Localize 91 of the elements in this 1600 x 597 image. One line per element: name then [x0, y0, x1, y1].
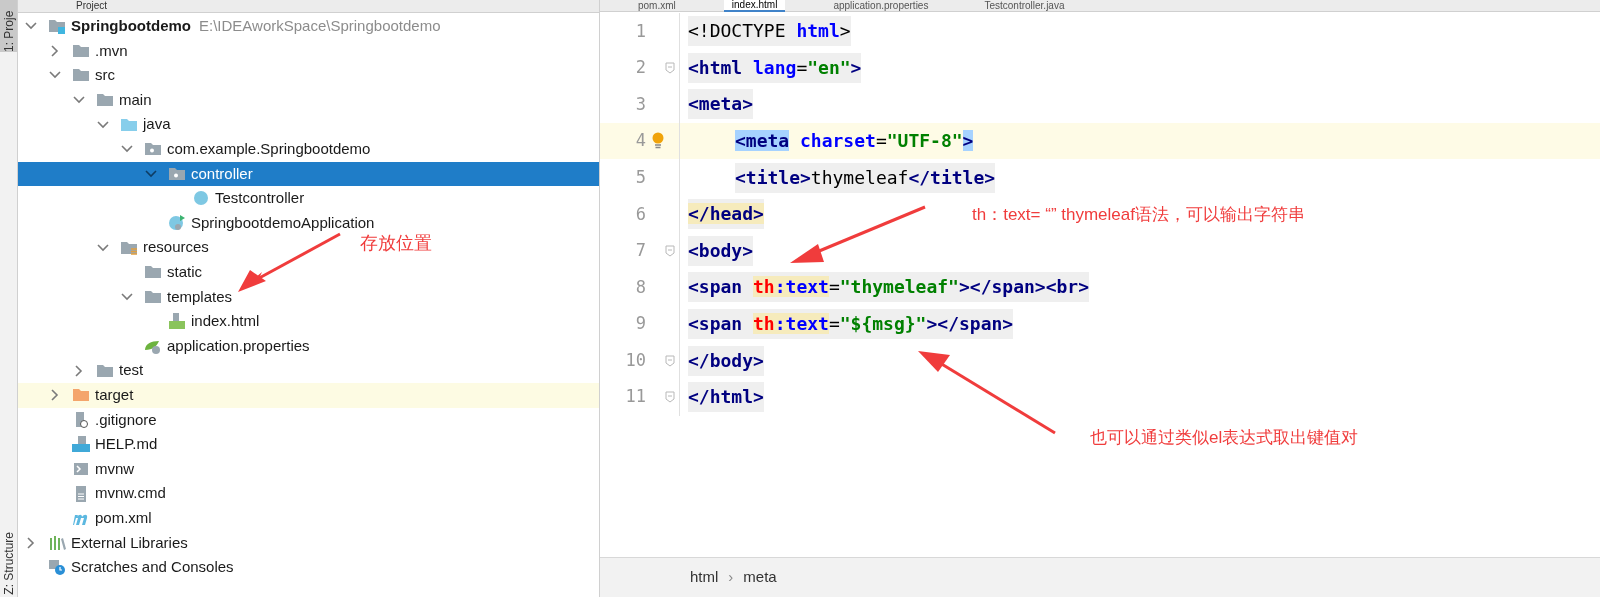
- line-number: 11: [624, 385, 646, 409]
- package-icon: [168, 165, 186, 182]
- tree-item-label: static: [167, 262, 202, 282]
- tree-item-label: src: [95, 65, 115, 86]
- code-line: <meta charset="UTF-8">: [735, 129, 974, 154]
- tree-row[interactable]: src: [18, 63, 119, 88]
- project-tool-tab[interactable]: 1: Proje: [0, 0, 17, 52]
- project-path: E:\IDEAworkSpace\Springbootdemo: [199, 16, 441, 37]
- tree-item-label: controller: [191, 163, 253, 184]
- html-file-icon: [168, 313, 186, 330]
- tree-row[interactable]: Springbootdemo E:\IDEAworkSpace\Springbootdemo: [18, 14, 445, 39]
- folder-icon: [72, 387, 90, 404]
- class-icon: [192, 190, 210, 207]
- tree-row[interactable]: HELP.md: [18, 432, 162, 457]
- tree-row[interactable]: static: [18, 259, 206, 285]
- editor-tab[interactable]: index.html: [723, 0, 786, 12]
- tree-item-label: External Libraries: [71, 532, 188, 553]
- editor-tab[interactable]: application.properties: [825, 0, 937, 11]
- annotation-text: th：text= “” thymeleaf语法，可以输出字符串: [972, 204, 1305, 226]
- folder-icon: [96, 92, 114, 109]
- tree-row[interactable]: main: [18, 87, 156, 113]
- tree-row[interactable]: application.properties: [18, 333, 314, 359]
- folder-icon: [72, 42, 90, 59]
- tree-item-label: application.properties: [167, 335, 310, 356]
- breadcrumb[interactable]: html: [690, 566, 719, 589]
- line-number: 7: [634, 239, 646, 263]
- lightbulb-icon[interactable]: [651, 132, 665, 151]
- tree-row[interactable]: .mvn: [18, 38, 132, 64]
- tree-item-label: .gitignore: [95, 409, 157, 430]
- breadcrumb[interactable]: meta: [743, 566, 777, 589]
- tree-item-label: Testcontroller: [215, 188, 305, 209]
- tree-item-label: main: [119, 89, 152, 110]
- folder-icon: [144, 264, 162, 281]
- tree-row[interactable]: java: [18, 112, 175, 137]
- line-number: 5: [634, 165, 646, 189]
- tree-item-label: HELP.md: [95, 434, 158, 455]
- line-number: 8: [634, 275, 646, 299]
- line-number: 6: [634, 202, 646, 226]
- tree-item-label: mvnw.cmd: [95, 483, 166, 504]
- scratches-icon: [48, 559, 66, 576]
- editor-tab[interactable]: pom.xml: [630, 0, 684, 11]
- properties-file-icon: [144, 338, 162, 354]
- line-number: 2: [634, 56, 646, 80]
- tree-row[interactable]: mvnw: [18, 456, 139, 482]
- tree-item-label: pom.xml: [95, 507, 152, 528]
- line-number: 1: [634, 19, 646, 43]
- tree-row[interactable]: index.html: [18, 309, 264, 334]
- tree-row[interactable]: templates: [18, 284, 237, 310]
- spring-class-icon: [168, 215, 186, 232]
- tree-item-label: test: [119, 360, 144, 381]
- tree-item-label: index.html: [191, 311, 260, 332]
- tree-row[interactable]: External Libraries: [18, 530, 192, 556]
- line-number: 3: [634, 92, 646, 116]
- tree-row[interactable]: mvnw.cmd: [18, 481, 170, 506]
- breadcrumb-separator: ›: [728, 567, 734, 588]
- tree-row[interactable]: test: [18, 358, 148, 383]
- panel-title: Project: [76, 0, 108, 12]
- terminal-icon: [72, 461, 90, 477]
- tree-row[interactable]: resources: [18, 235, 213, 260]
- tree-row[interactable]: Testcontroller: [18, 186, 309, 211]
- tree-item-label: templates: [167, 286, 233, 307]
- tree-row[interactable]: controller: [18, 161, 599, 187]
- tree-item-label: .mvn: [95, 40, 128, 61]
- tree-item-label: target: [95, 384, 134, 405]
- tree-row[interactable]: com.example.Springbootdemo: [18, 136, 375, 162]
- tree-item-label: mvnw: [95, 458, 135, 479]
- libraries-icon: [48, 534, 66, 551]
- tree-item-label: Scratches and Consoles: [71, 557, 234, 578]
- tree-row[interactable]: Scratches and Consoles: [18, 555, 238, 580]
- annotation-text: 也可以通过类似el表达式取出键值对: [1090, 427, 1359, 449]
- folder-icon: [144, 288, 162, 305]
- markdown-file-icon: [72, 436, 90, 453]
- resources-folder-icon: [120, 239, 138, 256]
- folder-icon: [72, 67, 90, 84]
- tree-item-label: java: [143, 114, 171, 135]
- tree-item-label: com.example.Springbootdemo: [167, 139, 371, 159]
- editor-tab[interactable]: Testcontroller.java: [976, 0, 1073, 11]
- structure-tool-tab[interactable]: Z: Structure: [0, 532, 17, 597]
- package-icon: [144, 141, 162, 158]
- tree-row[interactable]: pom.xml: [18, 505, 156, 531]
- line-number: 4: [634, 129, 646, 153]
- tree-row[interactable]: .gitignore: [18, 407, 161, 433]
- tree-item-label: Springbootdemo: [71, 16, 191, 37]
- tree-item-label: SpringbootdemoApplication: [191, 212, 375, 233]
- tree-item-label: resources: [143, 237, 209, 258]
- project-folder-icon: [48, 18, 66, 35]
- folder-icon: [96, 362, 114, 379]
- line-number: 10: [624, 348, 646, 372]
- tree-row[interactable]: target: [18, 382, 599, 408]
- line-number: 9: [634, 312, 646, 336]
- folder-icon: [120, 116, 138, 133]
